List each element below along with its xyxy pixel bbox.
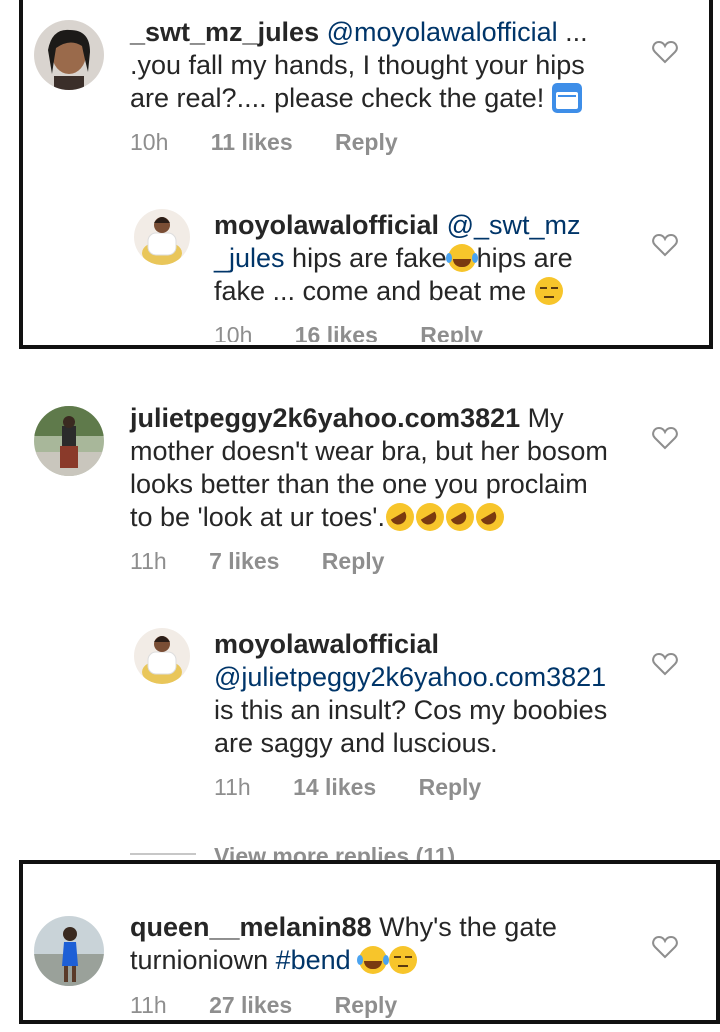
- rofl-emoji-icon: [385, 503, 414, 531]
- comment-meta: 11h 7 likes Reply: [130, 548, 420, 575]
- rofl-emoji-icon: [415, 503, 444, 531]
- highlight-box: [19, 0, 713, 349]
- comment-meta: 11h 14 likes Reply: [214, 774, 517, 801]
- heart-outline-icon[interactable]: [652, 652, 678, 676]
- rofl-emoji-icon: [445, 503, 474, 531]
- comment-text: julietpeggy2k6yahoo.com3821 My mother do…: [130, 402, 650, 534]
- comment-body: to be 'look at ur toes'.: [130, 502, 385, 532]
- likes-count[interactable]: 7 likes: [209, 548, 279, 574]
- avatar[interactable]: [34, 406, 104, 476]
- view-more-clip: View more replies (11): [214, 842, 514, 862]
- mention-link[interactable]: @julietpeggy2k6yahoo.com3821: [214, 662, 606, 692]
- timestamp: 11h: [130, 548, 167, 574]
- comment-text: moyolawalofficial @julietpeggy2k6yahoo.c…: [214, 628, 644, 760]
- heart-outline-icon[interactable]: [652, 426, 678, 450]
- reply-button[interactable]: Reply: [419, 774, 482, 800]
- comment-username[interactable]: julietpeggy2k6yahoo.com3821: [130, 403, 520, 433]
- comment-body: looks better than the one you proclaim: [130, 469, 588, 499]
- replies-divider: [130, 853, 196, 855]
- comment-username[interactable]: moyolawalofficial: [214, 629, 439, 659]
- comment-body: My: [520, 403, 564, 433]
- comment-body: is this an insult? Cos my boobies: [214, 695, 608, 725]
- highlight-box: [19, 860, 720, 1024]
- timestamp: 11h: [214, 774, 251, 800]
- comment-body: are saggy and luscious.: [214, 728, 498, 758]
- likes-count[interactable]: 14 likes: [293, 774, 376, 800]
- comment-body: mother doesn't wear bra, but her bosom: [130, 436, 608, 466]
- avatar[interactable]: [134, 628, 190, 684]
- rofl-emoji-icon: [475, 503, 504, 531]
- reply-button[interactable]: Reply: [322, 548, 385, 574]
